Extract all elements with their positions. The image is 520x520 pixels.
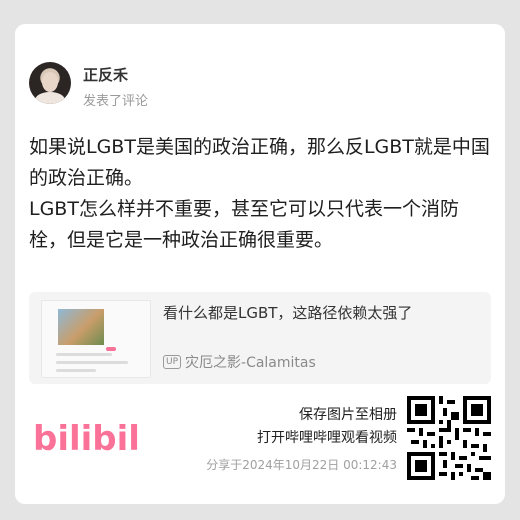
avatar[interactable] bbox=[29, 62, 71, 104]
save-line: 保存图片至相册 bbox=[299, 407, 397, 423]
logo-text: bilibili bbox=[33, 419, 141, 458]
embedded-video-card[interactable]: 看什么都是LGBT，这路径依赖太强了 UP 灾厄之影-Calamitas bbox=[29, 292, 491, 384]
video-author[interactable]: UP 灾厄之影-Calamitas bbox=[163, 352, 316, 372]
username[interactable]: 正反禾 bbox=[83, 64, 128, 85]
qr-code-icon[interactable] bbox=[407, 396, 491, 480]
up-badge-icon: UP bbox=[163, 355, 182, 369]
thumbnail-line bbox=[56, 353, 112, 356]
share-card: 正反禾 发表了评论 如果说LGBT是美国的政治正确，那么反LGBT就是中国的政治… bbox=[15, 24, 505, 504]
open-app-line: 打开哔哩哔哩观看视频 bbox=[257, 430, 397, 446]
comment-action-text: 发表了评论 bbox=[83, 94, 149, 109]
thumbnail-line bbox=[56, 361, 128, 364]
comment-paragraph: LGBT怎么样并不重要，甚至它可以只代表一个消防栓，但是它是一种政治正确很重要。 bbox=[29, 198, 459, 251]
share-timestamp: 分享于2024年10月22日 00:12:43 bbox=[206, 458, 397, 472]
thumbnail-accent bbox=[106, 347, 116, 351]
comment-paragraph: 如果说LGBT是美国的政治正确，那么反LGBT就是中国的政治正确。 bbox=[29, 136, 490, 189]
avatar-shirt bbox=[35, 92, 65, 104]
save-instructions: 保存图片至相册 打开哔哩哔哩观看视频 bbox=[257, 404, 397, 450]
video-title[interactable]: 看什么都是LGBT，这路径依赖太强了 bbox=[163, 302, 412, 323]
video-thumbnail[interactable] bbox=[41, 300, 151, 378]
author-name: 灾厄之影-Calamitas bbox=[185, 355, 316, 371]
bilibili-logo: bilibili bbox=[33, 419, 141, 458]
comment-content: 如果说LGBT是美国的政治正确，那么反LGBT就是中国的政治正确。 LGBT怎么… bbox=[29, 132, 491, 256]
thumbnail-image bbox=[58, 309, 104, 345]
avatar-face bbox=[42, 72, 58, 92]
thumbnail-line bbox=[56, 369, 96, 372]
